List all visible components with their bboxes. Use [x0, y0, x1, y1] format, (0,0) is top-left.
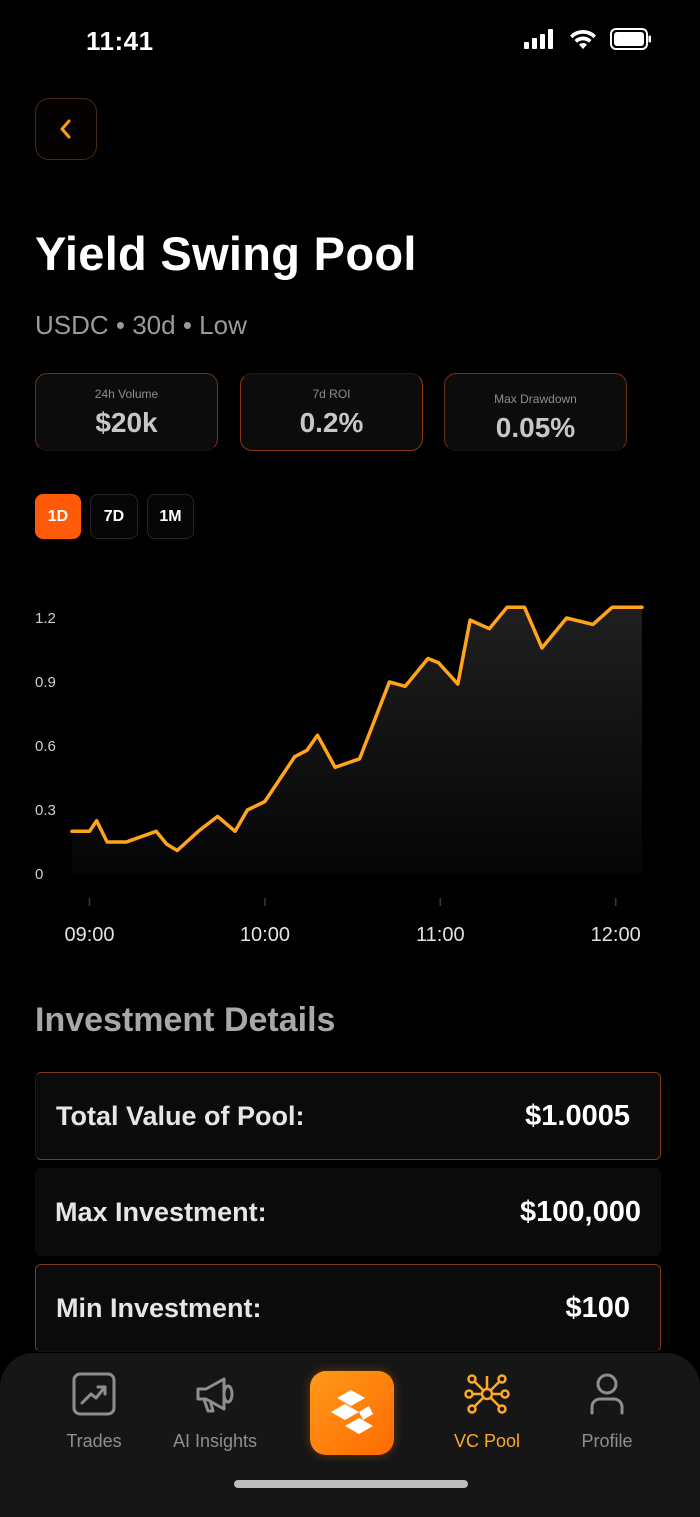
megaphone-icon — [196, 1377, 234, 1413]
nav-item-ai-insights[interactable]: AI Insights — [160, 1371, 270, 1452]
nav-item-profile[interactable]: Profile — [552, 1371, 662, 1452]
page-title: Yield Swing Pool — [35, 227, 417, 280]
x-tick-label: 09:00 — [65, 924, 115, 946]
detail-value: $100 — [565, 1291, 630, 1324]
range-tab-7d[interactable]: 7D — [90, 494, 138, 539]
nav-label: VC Pool — [453, 1431, 521, 1451]
y-tick-label: 0 — [35, 866, 43, 883]
x-tick-label: 10:00 — [240, 924, 290, 946]
price-chart: 0 0.3 0.6 0.9 1.2 09:00 10:00 11:00 12:00 — [35, 605, 644, 946]
detail-row-max-investment: Max Investment: $100,000 — [35, 1168, 661, 1256]
stat-card-volume: 24h Volume $20k — [35, 373, 218, 451]
nav-label: Profile — [581, 1431, 633, 1451]
stat-value: 0.2% — [299, 407, 364, 438]
status-time: 11:41 — [86, 26, 154, 56]
stat-card-drawdown: Max Drawdown 0.05% — [444, 373, 627, 451]
logo-icon — [331, 1390, 373, 1434]
stat-label: 7d ROI — [312, 387, 351, 401]
y-tick-label: 1.2 — [35, 610, 56, 627]
detail-row-total-value: Total Value of Pool: $1.0005 — [35, 1072, 661, 1160]
wifi-icon — [570, 29, 596, 49]
x-tick-label: 11:00 — [416, 924, 465, 946]
range-tab-1m[interactable]: 1M — [147, 494, 194, 539]
nav-label: Trades — [66, 1431, 122, 1451]
nav-item-vc-pool[interactable]: VC Pool — [432, 1371, 542, 1452]
detail-row-min-investment: Min Investment: $100 — [35, 1264, 661, 1352]
stat-label: Max Drawdown — [494, 392, 577, 406]
bottom-nav: Trades AI Insights VC Pool Profile — [0, 1353, 700, 1517]
nav-label: AI Insights — [172, 1431, 258, 1451]
stat-label: 24h Volume — [94, 387, 159, 401]
network-icon — [464, 1374, 510, 1414]
stat-value: 0.05% — [495, 412, 576, 443]
nav-item-trades[interactable]: Trades — [39, 1371, 149, 1452]
battery-icon — [610, 28, 651, 50]
home-indicator — [234, 1480, 468, 1488]
y-tick-label: 0.3 — [35, 802, 56, 819]
detail-label: Total Value of Pool: — [56, 1100, 305, 1131]
pool-subtitle: USDC • 30d • Low — [35, 310, 247, 340]
detail-value: $100,000 — [520, 1195, 641, 1228]
y-tick-label: 0.9 — [35, 674, 56, 691]
chevron-left-icon — [60, 119, 71, 139]
home-logo-button[interactable] — [310, 1371, 394, 1455]
profile-icon — [590, 1373, 624, 1415]
back-button[interactable] — [35, 98, 97, 160]
detail-value: $1.0005 — [525, 1099, 630, 1132]
detail-label: Max Investment: — [55, 1196, 267, 1227]
trades-icon — [72, 1372, 116, 1416]
stat-value: $20k — [95, 407, 158, 438]
x-tick-label: 12:00 — [591, 924, 641, 946]
stat-card-roi: 7d ROI 0.2% — [240, 373, 423, 451]
signal-icon — [524, 29, 553, 49]
y-tick-label: 0.6 — [35, 738, 56, 755]
status-icons — [524, 28, 652, 50]
range-tab-1d[interactable]: 1D — [35, 494, 81, 539]
detail-label: Min Investment: — [56, 1292, 262, 1323]
section-title: Investment Details — [35, 1001, 336, 1039]
